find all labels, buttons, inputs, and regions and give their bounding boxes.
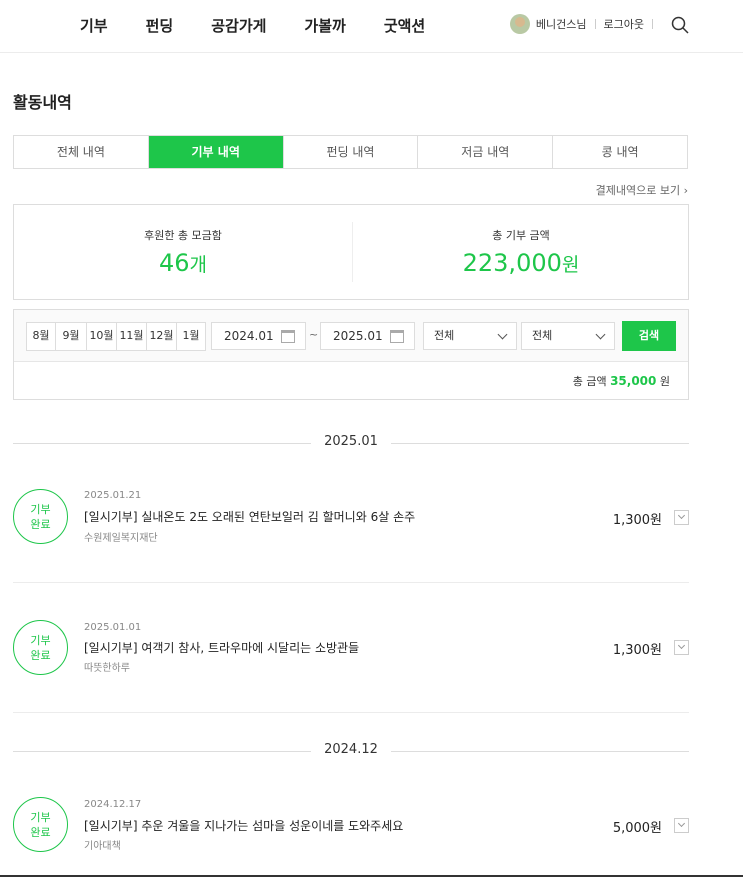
list-item[interactable]: 기부 완료 2024.12.17 [일시기부] 추운 겨울을 지나가는 섬마을 … (13, 762, 689, 877)
expand-chevron-icon[interactable] (674, 818, 689, 833)
donation-date: 2024.12.17 (84, 799, 142, 810)
month-group-header: 2024.12 (13, 742, 689, 762)
expand-chevron-icon[interactable] (674, 510, 689, 525)
tab-savings[interactable]: 저금 내역 (418, 136, 554, 168)
total-amount-label: 총 기부 금액 (492, 229, 550, 242)
total-count-number: 46 (158, 249, 190, 277)
avatar[interactable] (509, 14, 530, 34)
filter-panel: 8월 9월 10월 11월 12월 1월 2024.01 ~ 2025.01 전… (13, 309, 689, 400)
date-from-value: 2024.01 (224, 329, 274, 343)
organization-name: 기아대책 (84, 841, 121, 852)
menu-item-good-action[interactable]: 굿액션 (384, 15, 425, 36)
status-badge-line: 기부 (30, 503, 51, 516)
total-count-block: 후원한 총 모금함 46개 (14, 205, 352, 299)
organization-name: 수원제일복지재단 (84, 533, 158, 544)
total-amount-block: 총 기부 금액 223,000원 (352, 205, 690, 299)
list-item[interactable]: 기부 완료 2025.01.01 [일시기부] 여객기 참사, 트라우마에 시달… (13, 583, 689, 713)
filter-controls: 8월 9월 10월 11월 12월 1월 2024.01 ~ 2025.01 전… (14, 310, 688, 362)
status-badge-line: 완료 (30, 518, 51, 531)
donation-amount: 1,300원 (612, 643, 662, 658)
donation-title[interactable]: [일시기부] 실내온도 2도 오래된 연탄보일러 김 할머니와 6살 손주 (84, 508, 415, 525)
main-menu: 기부 펀딩 공감가게 가볼까 굿액션 (80, 15, 463, 36)
month-group-label: 2025.01 (324, 434, 378, 449)
list-item[interactable]: 기부 완료 2025.01.21 [일시기부] 실내온도 2도 오래된 연탄보일… (13, 453, 689, 583)
menu-item-store[interactable]: 공감가게 (211, 15, 266, 36)
status-badge-line: 기부 (30, 811, 51, 824)
date-from-input[interactable]: 2024.01 (211, 322, 306, 350)
divider (652, 19, 653, 29)
month-button-aug[interactable]: 8월 (27, 323, 56, 350)
donation-title[interactable]: [일시기부] 여객기 참사, 트라우마에 시달리는 소방관들 (84, 639, 359, 656)
user-name[interactable]: 베니건스님 (536, 16, 587, 32)
menu-item-funding[interactable]: 펀딩 (146, 15, 174, 36)
donation-date: 2025.01.21 (84, 490, 142, 501)
donation-amount: 5,000원 (612, 821, 662, 836)
month-button-dec[interactable]: 12월 (147, 323, 177, 350)
page-title: 활동내역 (13, 93, 72, 112)
payment-history-label: 결제내역으로 보기 (595, 184, 681, 197)
user-area: 베니건스님 로그아웃 (509, 14, 661, 34)
date-to-value: 2025.01 (333, 329, 383, 343)
status-badge-line: 기부 (30, 634, 51, 647)
menu-item-donation[interactable]: 기부 (80, 15, 108, 36)
organization-name: 따뜻한하루 (84, 663, 130, 674)
tab-bean[interactable]: 콩 내역 (553, 136, 687, 168)
total-count-value: 46개 (14, 249, 352, 277)
month-button-sep[interactable]: 9월 (56, 323, 87, 350)
payment-history-link[interactable]: 결제내역으로 보기 › (596, 182, 688, 198)
month-group-header: 2025.01 (13, 434, 689, 454)
menu-item-explore[interactable]: 가볼까 (304, 15, 345, 36)
category-select[interactable]: 전체 (423, 322, 517, 350)
filtered-total: 총 금액 35,000 원 (573, 373, 670, 389)
total-amount-unit: 원 (561, 254, 580, 276)
donation-amount: 1,300원 (612, 513, 662, 528)
top-navigation: 기부 펀딩 공감가게 가볼까 굿액션 베니건스님 로그아웃 (0, 0, 743, 53)
filtered-total-label: 총 금액 (572, 375, 607, 388)
status-badge-line: 완료 (30, 649, 51, 662)
month-button-nov[interactable]: 11월 (117, 323, 147, 350)
status-select[interactable]: 전체 (521, 322, 615, 350)
status-badge-line: 완료 (30, 826, 51, 839)
category-select-value: 전체 (434, 329, 455, 342)
logout-link[interactable]: 로그아웃 (604, 16, 644, 32)
tab-all[interactable]: 전체 내역 (14, 136, 149, 168)
month-button-oct[interactable]: 10월 (87, 323, 117, 350)
status-badge: 기부 완료 (13, 797, 68, 852)
donation-date: 2025.01.01 (84, 622, 142, 633)
total-count-unit: 개 (189, 254, 208, 276)
status-badge: 기부 완료 (13, 620, 68, 675)
status-select-value: 전체 (532, 329, 553, 342)
month-group-label: 2024.12 (324, 742, 378, 757)
donation-title[interactable]: [일시기부] 추운 겨울을 지나가는 섬마을 성운이네를 도와주세요 (84, 817, 403, 834)
date-range-separator: ~ (309, 328, 319, 341)
calendar-icon[interactable] (281, 330, 295, 343)
month-button-jan[interactable]: 1월 (177, 323, 205, 350)
month-buttons: 8월 9월 10월 11월 12월 1월 (26, 322, 206, 351)
chevron-down-icon (497, 329, 508, 340)
divider (594, 19, 596, 29)
status-badge: 기부 완료 (13, 489, 68, 544)
donation-summary: 후원한 총 모금함 46개 총 기부 금액 223,000원 (13, 204, 689, 300)
search-button[interactable]: 검색 (622, 321, 676, 351)
tab-donation[interactable]: 기부 내역 (148, 136, 284, 168)
filtered-total-unit: 원 (659, 375, 670, 388)
chevron-right-icon: › (683, 184, 688, 197)
calendar-icon[interactable] (390, 330, 404, 343)
date-to-input[interactable]: 2025.01 (320, 322, 415, 350)
total-amount-value: 223,000원 (352, 249, 690, 277)
filtered-total-value: 35,000 (610, 374, 657, 388)
search-icon[interactable] (671, 16, 689, 34)
expand-chevron-icon[interactable] (674, 640, 689, 655)
tab-funding[interactable]: 펀딩 내역 (284, 136, 419, 168)
total-count-label: 후원한 총 모금함 (144, 229, 222, 242)
total-amount-number: 223,000 (462, 249, 562, 277)
activity-tabs: 전체 내역 기부 내역 펀딩 내역 저금 내역 콩 내역 (13, 135, 688, 169)
chevron-down-icon (595, 329, 606, 340)
